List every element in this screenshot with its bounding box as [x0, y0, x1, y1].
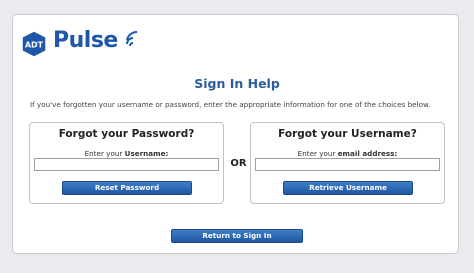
forgot-password-title: Forgot your Password? [58, 128, 195, 140]
forgot-username-title: Forgot your Username? [278, 128, 417, 140]
username-label-bold: Username: [124, 149, 169, 158]
intro-text: If you've forgotten your username or pas… [30, 100, 431, 109]
or-separator: OR [230, 158, 247, 169]
email-input[interactable] [255, 158, 440, 171]
username-label: Enter your Username: [30, 149, 223, 158]
forgot-password-panel: Forgot your Password? Enter your Usernam… [29, 122, 224, 204]
retrieve-username-button[interactable]: Retrieve Username [283, 181, 413, 195]
return-to-sign-in-button[interactable]: Return to Sign In [171, 229, 303, 243]
reset-password-button[interactable]: Reset Password [62, 181, 192, 195]
adt-badge-text: ADT [25, 41, 44, 50]
email-label-bold: email address: [337, 149, 398, 158]
pulse-wordmark: Pulse [53, 28, 118, 53]
username-input[interactable] [34, 158, 219, 171]
wireless-waves-icon [126, 30, 138, 47]
email-label: Enter your email address: [251, 149, 444, 158]
page-title: Sign In Help [194, 76, 280, 91]
forgot-username-panel: Forgot your Username? Enter your email a… [250, 122, 445, 204]
adt-shield-icon: ADT [21, 30, 47, 58]
email-label-prefix: Enter your [297, 149, 338, 158]
username-label-prefix: Enter your [84, 149, 125, 158]
